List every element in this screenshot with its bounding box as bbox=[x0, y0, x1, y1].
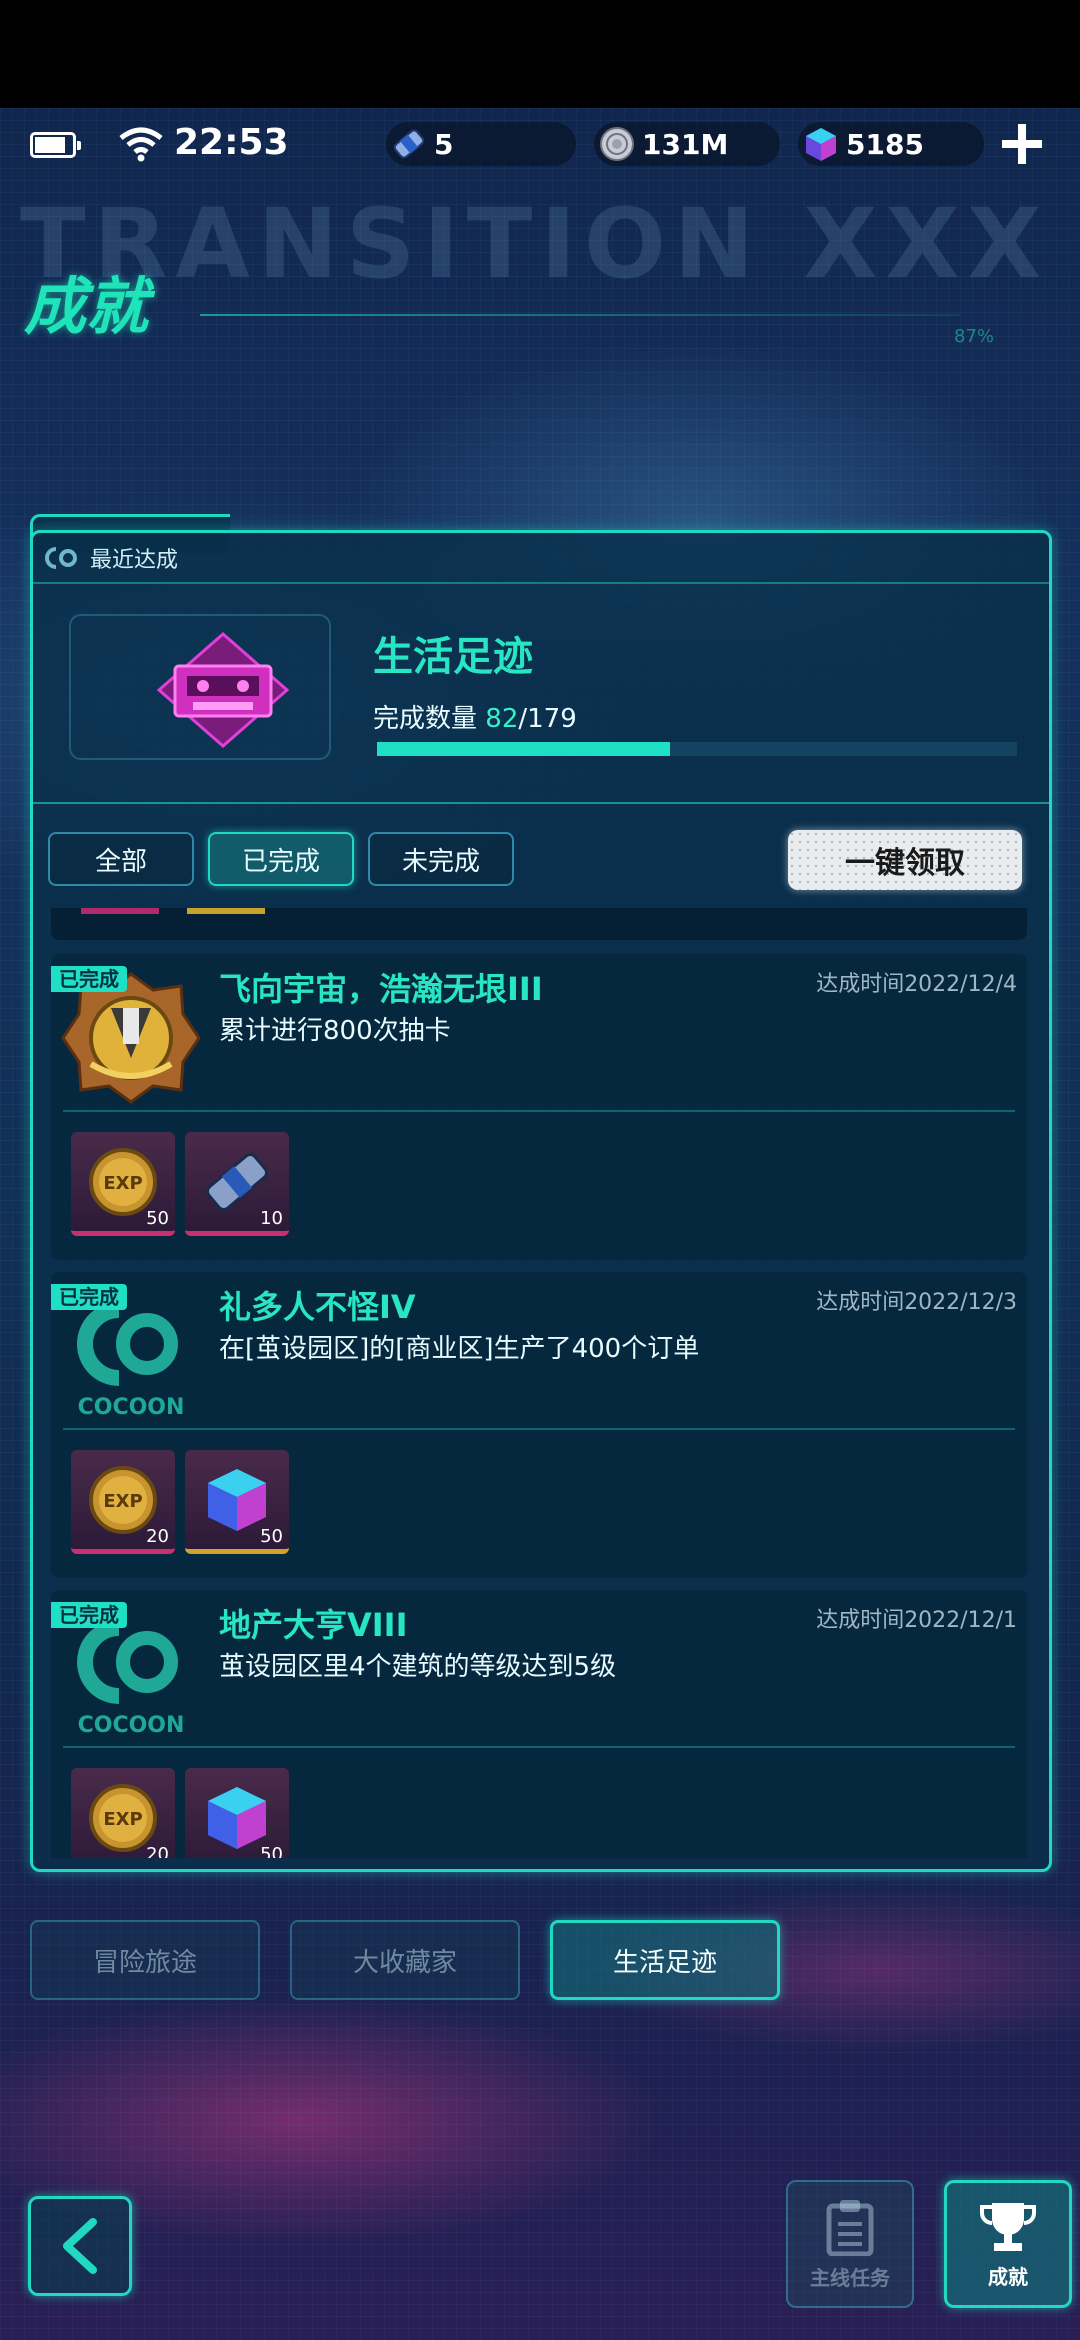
achievement-name: 礼多人不怪IV bbox=[219, 1288, 416, 1326]
achievement-desc: 累计进行800次抽卡 bbox=[219, 1016, 451, 1046]
reward-exp[interactable]: EXP 50 bbox=[71, 1132, 175, 1236]
svg-text:EXP: EXP bbox=[103, 1173, 142, 1194]
item-divider bbox=[63, 1746, 1015, 1748]
recent-header: 最近达成 bbox=[44, 542, 178, 574]
achievements-button[interactable]: 成就 bbox=[944, 2180, 1072, 2308]
item-divider bbox=[63, 1110, 1015, 1112]
reward-cube[interactable]: 50 bbox=[185, 1450, 289, 1554]
achievement-desc: 茧设园区里4个建筑的等级达到5级 bbox=[219, 1652, 617, 1682]
claim-all-button[interactable]: 一键领取 bbox=[788, 830, 1022, 890]
filter-all-button[interactable]: 全部 bbox=[48, 832, 194, 886]
reward-ticket[interactable]: 10 bbox=[185, 1132, 289, 1236]
chevron-left-icon bbox=[63, 2218, 97, 2274]
filter-group: 全部 已完成 未完成 bbox=[48, 832, 514, 886]
reward-exp[interactable]: EXP 20 bbox=[71, 1450, 175, 1554]
tab-life-footprints[interactable]: 生活足迹 bbox=[550, 1920, 780, 2000]
reward-qty: 50 bbox=[260, 1526, 283, 1547]
achievement-name: 飞向宇宙，浩瀚无垠III bbox=[219, 970, 543, 1008]
decorative-percent: 87% bbox=[954, 326, 995, 347]
battery-icon bbox=[30, 132, 81, 158]
header-banner: TRANSITION XXX 成就 87% bbox=[0, 188, 1080, 358]
cube-icon bbox=[208, 1468, 266, 1531]
achievement-time: 达成时间2022/12/3 bbox=[816, 1290, 1017, 1315]
filter-incomplete-button[interactable]: 未完成 bbox=[368, 832, 514, 886]
wifi-icon bbox=[119, 127, 163, 162]
reward-qty: 50 bbox=[146, 1208, 169, 1229]
category-title: 生活足迹 bbox=[373, 634, 533, 680]
reward-qty: 20 bbox=[146, 1526, 169, 1547]
svg-text:EXP: EXP bbox=[103, 1809, 142, 1830]
cassette-icon bbox=[156, 632, 290, 748]
cube-icon bbox=[798, 121, 844, 167]
achievements-label: 成就 bbox=[988, 2264, 1028, 2289]
section-divider bbox=[33, 802, 1049, 804]
category-icon-frame bbox=[69, 614, 331, 760]
achievement-desc: 在[茧设园区]的[商业区]生产了400个订单 bbox=[219, 1334, 700, 1364]
svg-text:COCOON: COCOON bbox=[78, 1713, 185, 1738]
svg-text:EXP: EXP bbox=[103, 1491, 142, 1512]
decorative-line bbox=[200, 314, 960, 316]
tab-collector[interactable]: 大收藏家 bbox=[290, 1920, 520, 2000]
coin-icon bbox=[594, 121, 640, 167]
achievement-item[interactable]: 已完成 COCOON 礼多人不怪IV 在[茧设园区]的[商业区]生产了400个订… bbox=[51, 1272, 1027, 1578]
progress-text: 完成数量 82/179 bbox=[373, 704, 577, 734]
back-button[interactable] bbox=[28, 2196, 132, 2296]
gem-counter[interactable]: 5185 bbox=[798, 122, 984, 166]
cocoon-mini-icon bbox=[45, 547, 77, 569]
coin-counter[interactable]: 131M bbox=[594, 122, 780, 166]
svg-text:COCOON: COCOON bbox=[78, 1395, 185, 1420]
ghost-title: TRANSITION XXX bbox=[20, 188, 1050, 300]
clipboard-icon bbox=[826, 2199, 874, 2256]
achievement-item[interactable]: 已完成 COCOON 地产大亨VIII 茧设园区里4个建筑的等级达到5级 达成时… bbox=[51, 1590, 1027, 1858]
page-title: 成就 bbox=[24, 270, 149, 343]
tab-adventure[interactable]: 冒险旅途 bbox=[30, 1920, 260, 2000]
ticket-counter[interactable]: 5 bbox=[386, 122, 576, 166]
achievement-time: 达成时间2022/12/1 bbox=[816, 1608, 1017, 1633]
main-quest-label: 主线任务 bbox=[810, 2265, 890, 2290]
filter-completed-button[interactable]: 已完成 bbox=[208, 832, 354, 886]
reward-exp[interactable]: EXP 20 bbox=[71, 1768, 175, 1858]
add-currency-button[interactable] bbox=[998, 120, 1046, 168]
reward-qty: 10 bbox=[260, 1208, 283, 1229]
category-card: 生活足迹 完成数量 82/179 bbox=[33, 584, 1049, 802]
main-quest-button[interactable]: 主线任务 bbox=[786, 2180, 914, 2308]
recent-label: 最近达成 bbox=[90, 548, 179, 573]
achievement-item[interactable]: 已完成 飞向宇宙，浩瀚无垠III 累计进行800次抽卡 达成时间2022/12/… bbox=[51, 954, 1027, 1260]
reward-qty: 20 bbox=[146, 1844, 169, 1858]
category-tabs: 冒险旅途 大收藏家 生活足迹 bbox=[30, 1920, 780, 2000]
notch-area bbox=[0, 0, 1080, 108]
achievement-list[interactable]: 已完成 飞向宇宙，浩瀚无垠III 累计进行800次抽卡 达成时间2022/12/… bbox=[33, 908, 1049, 1858]
achievement-time: 达成时间2022/12/4 bbox=[816, 972, 1017, 997]
reward-qty: 50 bbox=[260, 1844, 283, 1858]
progress-bar bbox=[377, 742, 1017, 756]
reward-cube[interactable]: 50 bbox=[185, 1768, 289, 1858]
progress-bar-fill bbox=[377, 742, 671, 756]
completed-badge: 已完成 bbox=[51, 966, 127, 992]
clock: 22:53 bbox=[174, 122, 289, 163]
list-item-partial bbox=[51, 908, 1027, 940]
item-divider bbox=[63, 1428, 1015, 1430]
completed-badge: 已完成 bbox=[51, 1284, 127, 1310]
achievement-name: 地产大亨VIII bbox=[219, 1606, 408, 1644]
trophy-icon bbox=[980, 2202, 1036, 2251]
cube-icon bbox=[208, 1786, 266, 1849]
status-bar: 22:53 5 131M 5185 bbox=[0, 108, 1080, 180]
completed-badge: 已完成 bbox=[51, 1602, 127, 1628]
ticket-icon bbox=[386, 121, 432, 167]
